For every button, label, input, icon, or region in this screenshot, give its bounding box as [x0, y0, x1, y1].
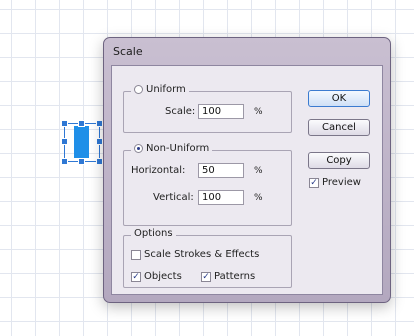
preview-label: Preview	[322, 177, 361, 188]
dialog-body: Uniform Scale: 100 % Non-Uniform Horizon…	[111, 65, 383, 295]
vertical-unit: %	[254, 193, 263, 203]
non-uniform-label: Non-Uniform	[146, 143, 210, 154]
dialog-title: Scale	[113, 44, 143, 58]
patterns-checkbox[interactable]: ✓	[201, 271, 211, 282]
non-uniform-radio[interactable]	[134, 144, 143, 153]
patterns-row[interactable]: ✓ Patterns	[201, 271, 255, 282]
vertical-label: Vertical:	[153, 192, 194, 203]
objects-checkbox[interactable]: ✓	[131, 271, 141, 282]
copy-button[interactable]: Copy	[308, 152, 370, 169]
preview-checkbox[interactable]: ✓	[309, 177, 319, 188]
scale-strokes-checkbox[interactable]	[131, 249, 141, 260]
handle-bottom-left[interactable]	[61, 158, 68, 165]
handle-top-right[interactable]	[96, 120, 103, 127]
vertical-input[interactable]: 100	[198, 190, 244, 205]
scale-label: Scale:	[165, 106, 196, 117]
uniform-radio[interactable]	[134, 85, 143, 94]
handle-middle-right[interactable]	[96, 138, 103, 145]
options-group: Options Scale Strokes & Effects ✓ Object…	[123, 228, 292, 288]
objects-label: Objects	[144, 271, 182, 282]
dialog-title-bar[interactable]: Scale	[104, 38, 390, 64]
uniform-legend[interactable]: Uniform	[131, 84, 189, 95]
non-uniform-group: Non-Uniform Horizontal: 50 % Vertical: 1…	[123, 143, 292, 226]
uniform-label: Uniform	[146, 84, 186, 95]
scale-strokes-label: Scale Strokes & Effects	[144, 249, 260, 260]
scale-dialog: Scale Uniform Scale: 100 % Non-Uniform H…	[103, 37, 391, 303]
preview-row[interactable]: ✓ Preview	[309, 177, 361, 188]
handle-top-center[interactable]	[78, 120, 85, 127]
shape-fill	[74, 126, 89, 158]
ok-button[interactable]: OK	[308, 90, 370, 107]
options-label: Options	[134, 228, 173, 239]
handle-middle-left[interactable]	[61, 138, 68, 145]
horizontal-unit: %	[254, 166, 263, 176]
uniform-group: Uniform Scale: 100 %	[123, 84, 292, 133]
scale-input[interactable]: 100	[198, 104, 244, 119]
horizontal-label: Horizontal:	[131, 165, 186, 176]
objects-row[interactable]: ✓ Objects	[131, 271, 182, 282]
non-uniform-legend[interactable]: Non-Uniform	[131, 143, 213, 154]
handle-bottom-right[interactable]	[96, 158, 103, 165]
cancel-button[interactable]: Cancel	[308, 119, 370, 136]
scale-unit: %	[254, 107, 263, 117]
horizontal-input[interactable]: 50	[198, 163, 244, 178]
options-legend: Options	[131, 228, 176, 239]
handle-top-left[interactable]	[61, 120, 68, 127]
handle-bottom-center[interactable]	[78, 158, 85, 165]
selected-shape[interactable]	[61, 120, 103, 165]
patterns-label: Patterns	[214, 271, 256, 282]
scale-strokes-row[interactable]: Scale Strokes & Effects	[131, 249, 259, 260]
